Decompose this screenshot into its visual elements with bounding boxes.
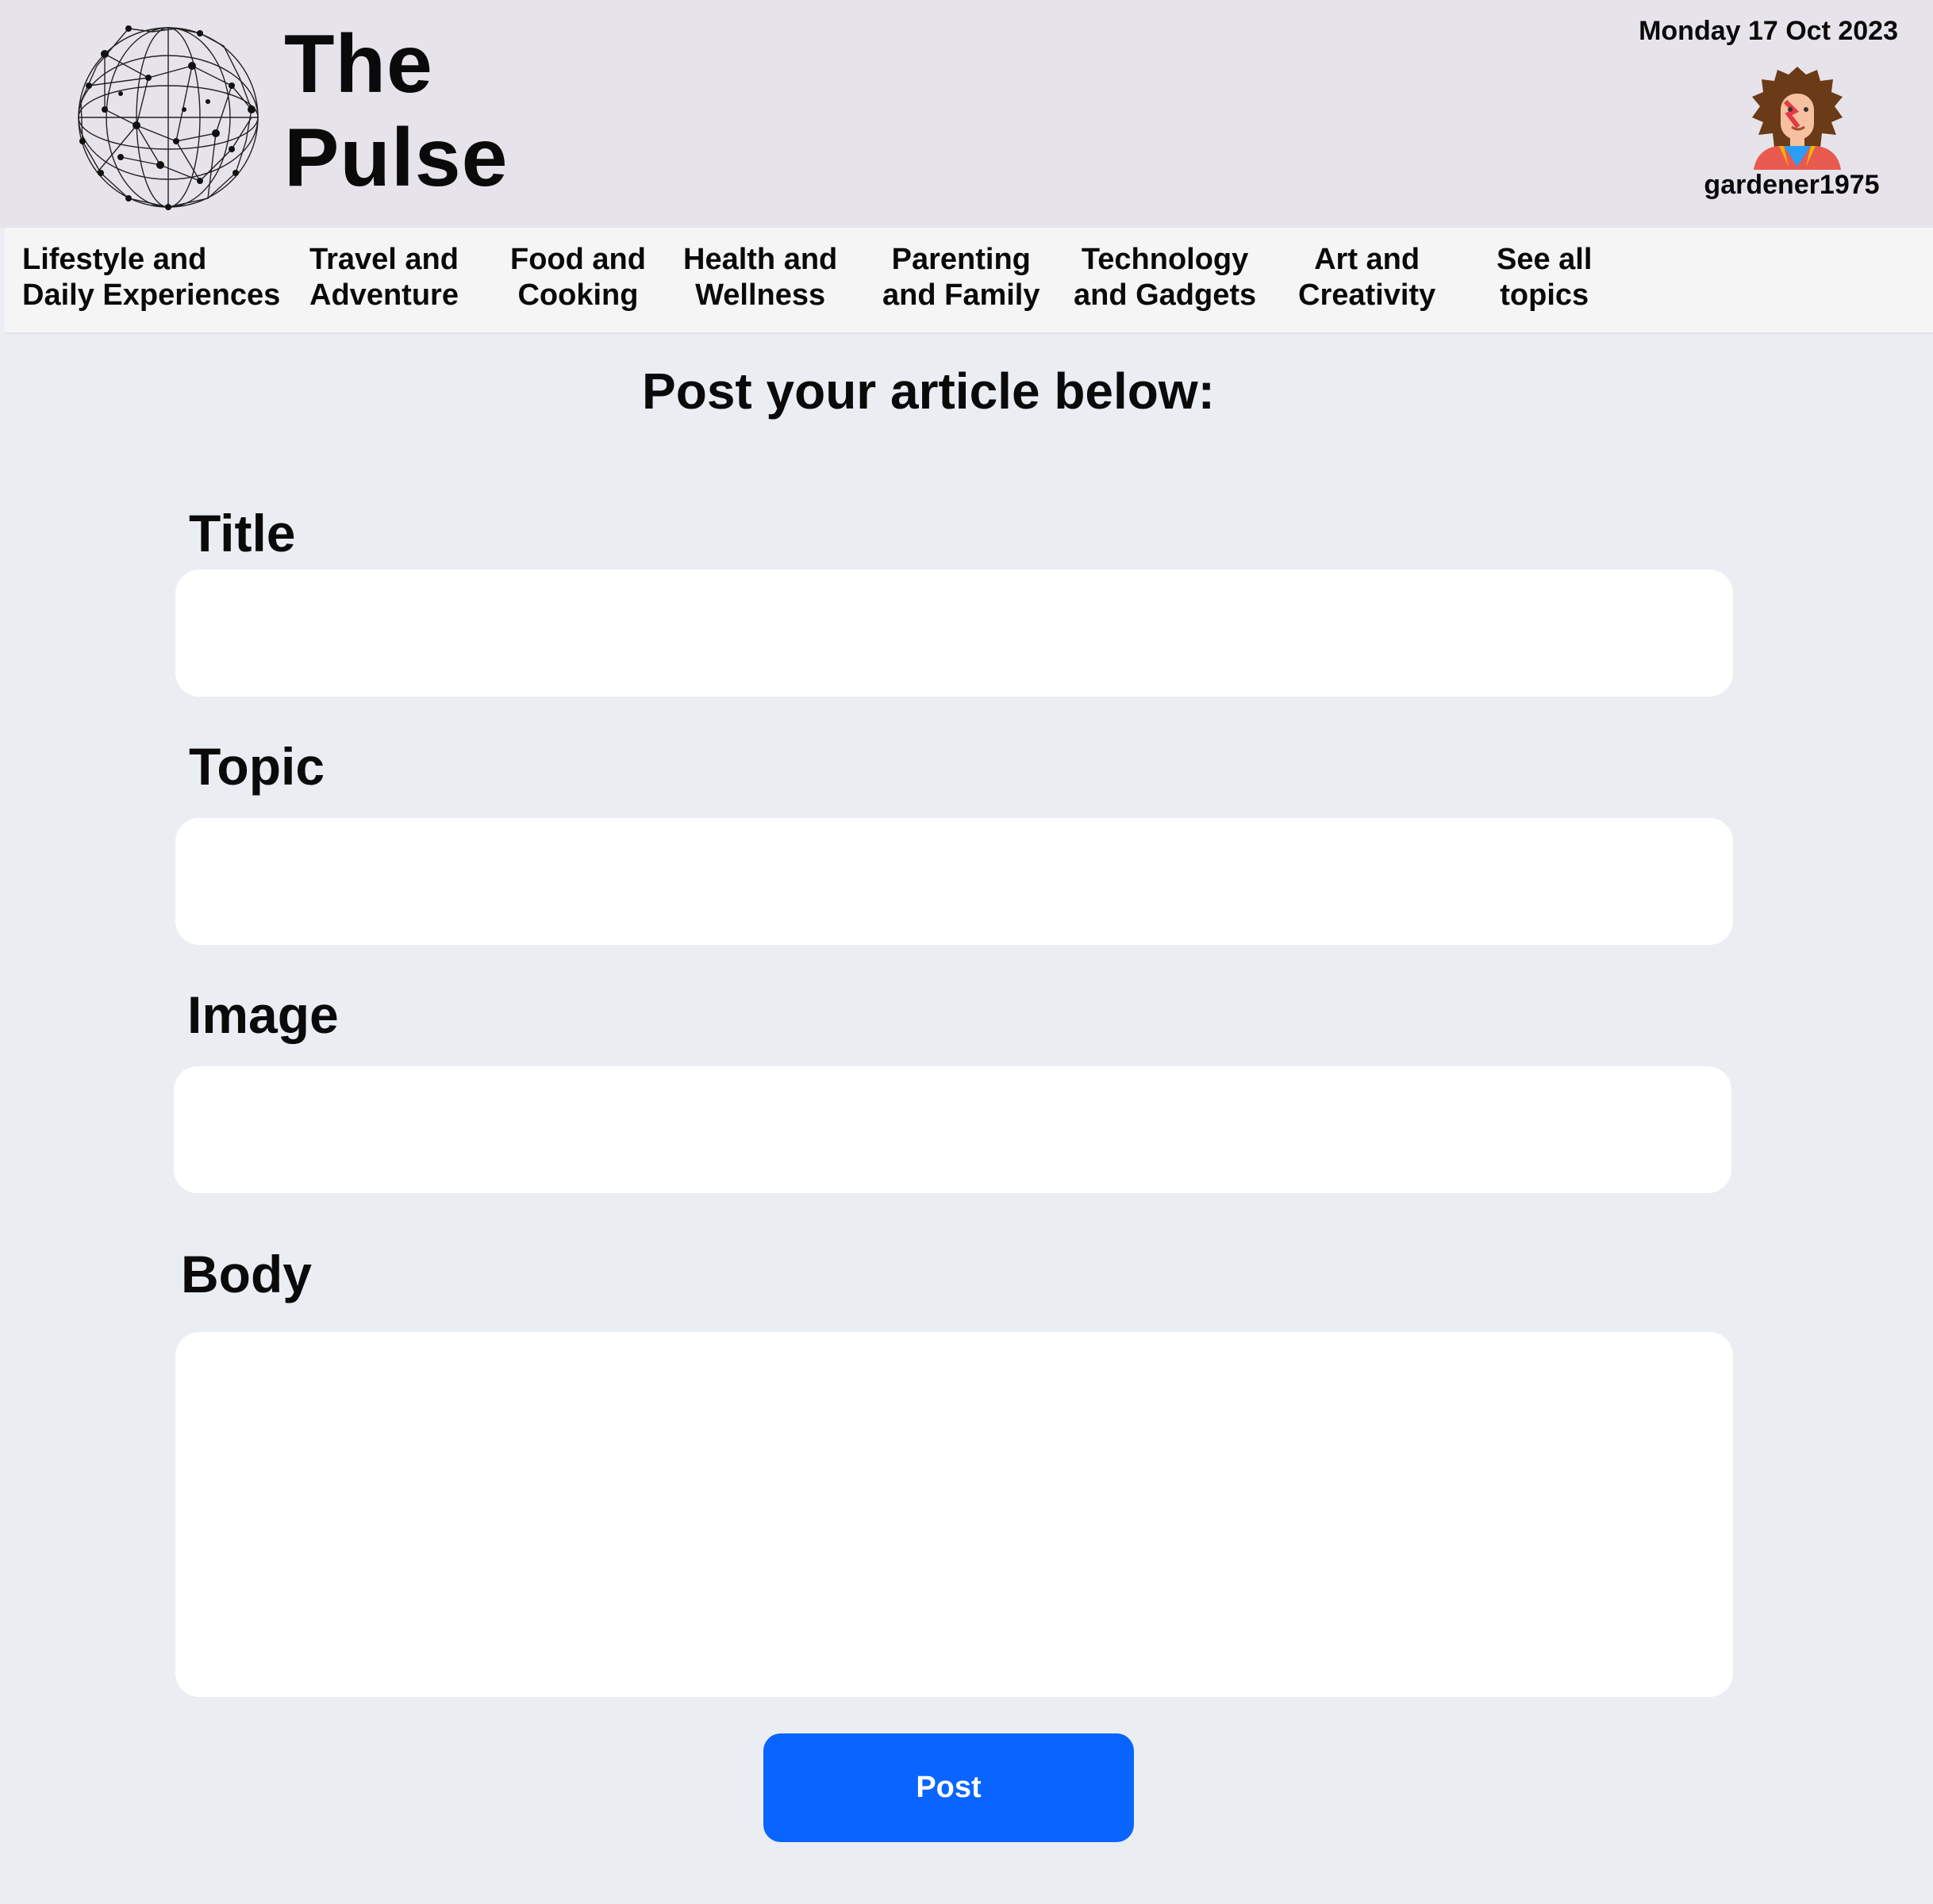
nav-item-label: Art and [1314,243,1420,276]
username[interactable]: gardener1975 [1673,170,1911,201]
post-button[interactable]: Post [763,1733,1134,1842]
nav-item-label: Lifestyle and [22,243,207,276]
nav-item-travel[interactable]: Travel and Adventure [309,242,459,313]
nav-item-label: Wellness [695,278,826,312]
nav-item-label: See all [1497,243,1593,276]
nav-item-label: topics [1500,278,1589,312]
topic-nav: Lifestyle and Daily Experiences Travel a… [5,228,1933,334]
nav-item-label: Food and [510,243,646,276]
nav-item-label: and Gadgets [1074,278,1257,312]
body-textarea[interactable] [175,1332,1733,1697]
nav-item-technology[interactable]: Technology and Gadgets [1074,242,1256,313]
image-input[interactable] [174,1066,1731,1193]
site-header: The Pulse Monday 17 Oct 2023 gardener197… [0,0,1933,228]
title-label: Title [189,504,296,562]
nav-item-health[interactable]: Health and Wellness [683,242,837,313]
page-heading: Post your article below: [642,363,1215,420]
image-label: Image [187,985,339,1044]
site-title-line2: Pulse [284,112,509,204]
user-avatar-icon[interactable] [1743,65,1852,170]
title-input[interactable] [175,570,1733,697]
nav-item-label: Adventure [309,278,459,312]
network-globe-icon[interactable] [73,22,263,213]
nav-item-label: Travel and [309,243,459,276]
nav-item-label: Technology [1081,243,1249,276]
nav-item-label: and Family [882,278,1040,312]
nav-item-parenting[interactable]: Parenting and Family [882,242,1040,313]
nav-item-art[interactable]: Art and Creativity [1298,242,1435,313]
nav-item-label: Health and [683,243,838,276]
nav-item-label: Parenting [891,243,1031,276]
nav-item-label: Cooking [517,278,639,312]
topic-input[interactable] [175,818,1733,945]
nav-item-food[interactable]: Food and Cooking [510,242,646,313]
topic-label: Topic [189,737,325,796]
nav-item-label: Creativity [1298,278,1436,312]
nav-item-lifestyle[interactable]: Lifestyle and Daily Experiences [22,242,280,313]
nav-item-see-all[interactable]: See all topics [1497,242,1592,313]
body-label: Body [181,1245,312,1303]
site-title[interactable]: The Pulse [284,17,508,205]
site-title-line1: The [284,18,433,110]
current-date: Monday 17 Oct 2023 [1639,16,1898,46]
nav-item-label: Daily Experiences [22,278,281,312]
